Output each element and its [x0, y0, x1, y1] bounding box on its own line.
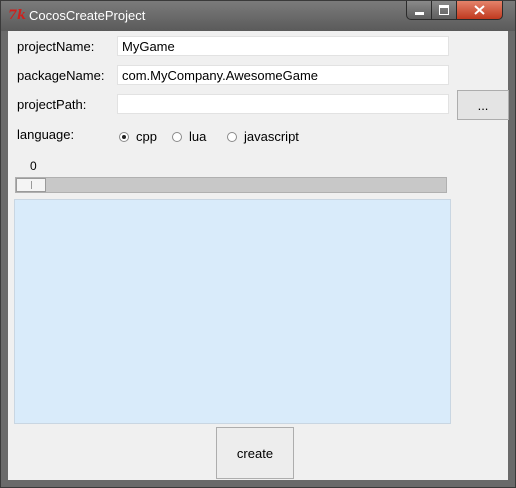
- package-name-input[interactable]: com.MyCompany.AwesomeGame: [117, 65, 449, 85]
- radio-lua[interactable]: lua: [172, 129, 206, 144]
- title-bar[interactable]: 7k CocosCreateProject: [1, 1, 515, 31]
- browse-button[interactable]: ...: [457, 90, 509, 120]
- project-path-label: projectPath:: [17, 97, 87, 112]
- log-output[interactable]: [14, 199, 451, 424]
- project-path-input[interactable]: [117, 94, 449, 114]
- radio-indicator: [119, 131, 129, 142]
- minimize-button[interactable]: [406, 1, 432, 20]
- maximize-button[interactable]: [432, 1, 457, 20]
- language-label: language:: [17, 127, 75, 142]
- minimize-icon: [414, 11, 424, 15]
- radio-cpp-label: cpp: [136, 129, 157, 144]
- project-name-label: projectName:: [17, 39, 95, 54]
- create-button[interactable]: create: [216, 427, 294, 479]
- radio-javascript[interactable]: javascript: [227, 129, 299, 144]
- radio-lua-label: lua: [189, 129, 207, 144]
- radio-indicator: [227, 131, 237, 142]
- client-area: projectName: MyGame packageName: com.MyC…: [8, 31, 509, 480]
- window-controls: [406, 1, 503, 21]
- window-title: CocosCreateProject: [29, 8, 146, 23]
- tk-feather-icon: 7k: [8, 8, 27, 23]
- scale-handle[interactable]: [16, 178, 46, 192]
- progress-scale[interactable]: [15, 177, 447, 193]
- close-button[interactable]: [457, 1, 503, 20]
- radio-javascript-label: javascript: [244, 129, 299, 144]
- maximize-icon: [439, 5, 449, 15]
- handle-grip: [31, 181, 32, 189]
- package-name-label: packageName:: [17, 68, 105, 83]
- progress-value: 0: [30, 159, 37, 173]
- radio-indicator: [172, 131, 182, 142]
- project-name-input[interactable]: MyGame: [117, 36, 449, 56]
- app-window: 7k CocosCreateProject projectName: MyGam…: [0, 0, 516, 488]
- close-icon: [474, 5, 485, 15]
- radio-selected-dot: [122, 134, 126, 139]
- radio-cpp[interactable]: cpp: [119, 129, 157, 144]
